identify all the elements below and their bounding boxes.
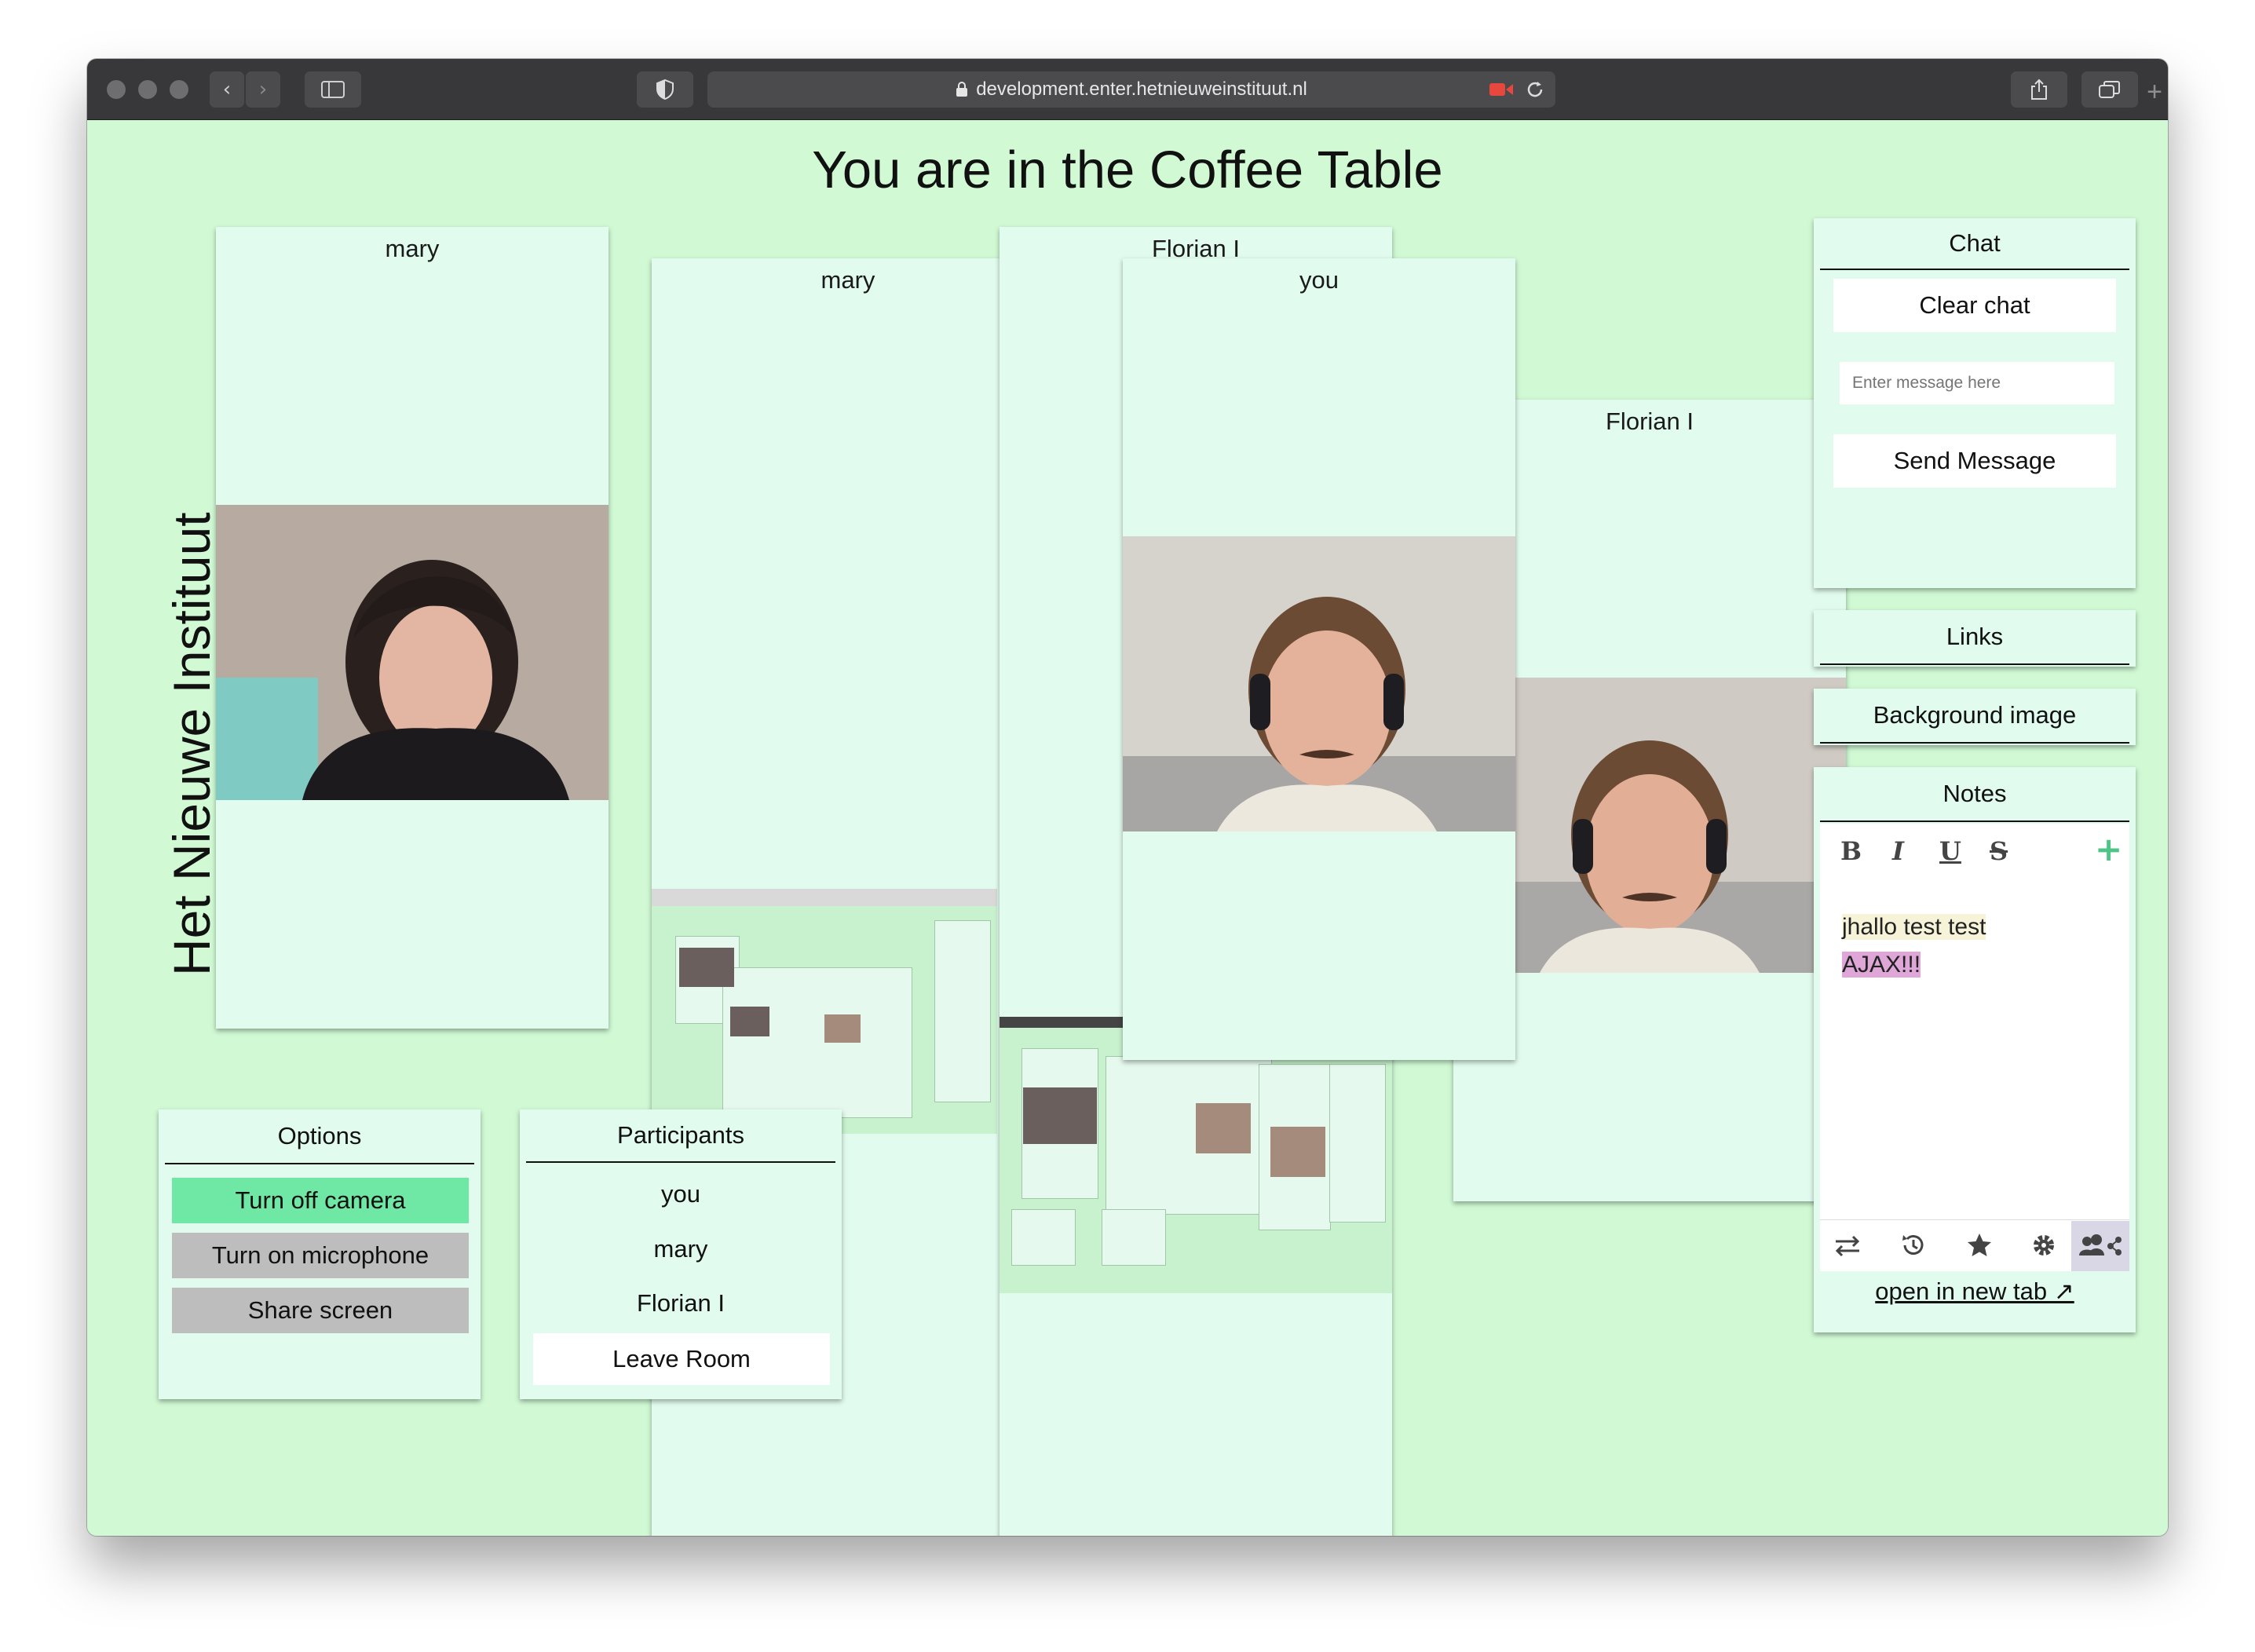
background-image-panel[interactable]: Background image (1814, 689, 2136, 745)
participant-item: mary (653, 1235, 708, 1263)
strikethrough-button[interactable]: S (1990, 836, 2008, 866)
shield-icon (656, 79, 674, 100)
users-share-icon (2079, 1234, 2122, 1255)
background-image-header: Background image (1820, 689, 2129, 744)
sidebar-toggle-button[interactable] (305, 71, 361, 108)
notes-bottom-toolbar (1820, 1221, 2129, 1271)
video-tile-you[interactable]: you (1123, 258, 1515, 1060)
gear-icon[interactable] (2030, 1232, 2057, 1259)
reload-icon[interactable] (1526, 80, 1544, 99)
participant-video-image (1123, 536, 1515, 831)
chevron-left-icon: ‹ (222, 78, 232, 101)
chevron-right-icon: › (258, 78, 268, 101)
sidebar-icon (321, 81, 345, 98)
open-in-new-tab-link[interactable]: open in new tab ↗ (1814, 1277, 2136, 1306)
participant-video-image (216, 505, 609, 800)
underline-button[interactable]: U (1939, 836, 1961, 866)
share-button[interactable] (2011, 71, 2067, 108)
video-feed (1123, 536, 1515, 831)
address-bar[interactable]: development.enter.hetnieuweinstituut.nl (707, 71, 1555, 108)
options-panel: Options Turn off camera Turn on micropho… (159, 1109, 481, 1399)
forward-button[interactable]: › (246, 71, 280, 108)
history-icon[interactable] (1900, 1232, 1927, 1259)
zoom-window-button[interactable] (170, 80, 188, 99)
notes-line-1: jhallo test test (1842, 914, 1986, 940)
tab-overview-button[interactable] (2081, 71, 2138, 108)
plus-icon: + (2147, 77, 2162, 107)
star-icon[interactable] (1966, 1232, 1993, 1259)
camera-recording-icon (1489, 83, 1513, 96)
share-screen-button[interactable]: Share screen (172, 1288, 469, 1333)
browser-titlebar: ‹ › development.enter.hetnieuweinstituut… (87, 59, 2168, 120)
links-header: Links (1820, 610, 2129, 665)
browser-window: ‹ › development.enter.hetnieuweinstituut… (87, 59, 2168, 1536)
swap-icon[interactable] (1834, 1234, 1861, 1259)
participant-item: Florian I (637, 1289, 725, 1317)
bold-button[interactable]: B (1840, 836, 1862, 866)
chat-message-input[interactable] (1840, 362, 2114, 404)
plus-icon: + (2095, 830, 2123, 868)
options-header: Options (165, 1109, 474, 1164)
url-text: development.enter.hetnieuweinstituut.nl (976, 79, 1307, 100)
back-button[interactable]: ‹ (210, 71, 244, 108)
page-title: You are in the Coffee Table (812, 141, 1443, 199)
close-window-button[interactable] (107, 80, 126, 99)
notes-editor[interactable]: B I U S + jhallo test test AJAX!!! (1820, 824, 2129, 1271)
participants-share-button[interactable] (2071, 1221, 2129, 1271)
video-tile-label: mary (385, 235, 440, 262)
chat-panel: Chat Clear chat Send Message (1814, 218, 2136, 588)
page-content: You are in the Coffee Table Het Nieuwe I… (87, 120, 2168, 1536)
video-feed (216, 505, 609, 800)
tabs-icon (2099, 81, 2120, 98)
send-message-button[interactable]: Send Message (1833, 434, 2116, 488)
links-panel[interactable]: Links (1814, 610, 2136, 667)
participants-panel: Participants you mary Florian I Leave Ro… (520, 1109, 842, 1399)
video-tile-label: you (1299, 266, 1339, 294)
video-tile-label: mary (820, 266, 875, 294)
notes-panel: Notes B I U S + jhallo test test AJAX!!! (1814, 767, 2136, 1332)
add-note-button[interactable]: + (2095, 830, 2122, 868)
shared-screen-preview (652, 889, 997, 1134)
turn-off-camera-button[interactable]: Turn off camera (172, 1178, 469, 1223)
chat-header: Chat (1820, 218, 2129, 270)
video-tile-mary-1[interactable]: mary (216, 227, 609, 1029)
leave-room-button[interactable]: Leave Room (533, 1333, 830, 1385)
lock-icon (956, 82, 968, 97)
participant-item: you (661, 1180, 700, 1208)
turn-on-microphone-button[interactable]: Turn on microphone (172, 1233, 469, 1278)
share-icon (2031, 79, 2047, 100)
privacy-report-button[interactable] (637, 71, 693, 108)
brand-vertical-text: Het Nieuwe Instituut (163, 512, 221, 976)
italic-button[interactable]: I (1892, 836, 1904, 866)
notes-header: Notes (1820, 767, 2129, 822)
clear-chat-button[interactable]: Clear chat (1833, 279, 2116, 332)
notes-text: jhallo test test AJAX!!! (1842, 908, 1986, 984)
notes-line-2: AJAX!!! (1842, 952, 1921, 978)
participants-header: Participants (526, 1109, 835, 1163)
new-tab-button[interactable]: + (2143, 76, 2166, 108)
minimize-window-button[interactable] (138, 80, 157, 99)
